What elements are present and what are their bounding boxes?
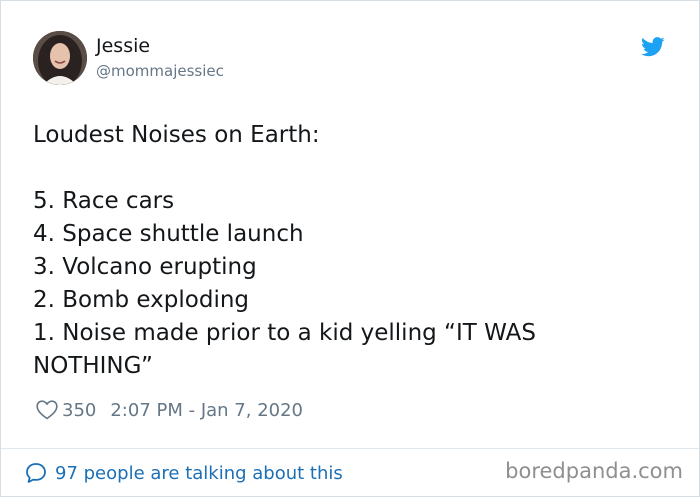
tweet-line-item-1-cont: NOTHING” (33, 353, 153, 379)
like-count[interactable]: 350 (62, 400, 96, 421)
tweet-line-item-4: 4. Space shuttle launch (33, 221, 304, 247)
twitter-bird-icon[interactable] (641, 37, 665, 57)
talking-link[interactable]: 97 people are talking about this (25, 460, 343, 486)
tweet-text: Loudest Noises on Earth: 5. Race cars 4.… (33, 119, 673, 383)
tweet-line-item-5: 5. Race cars (33, 188, 175, 214)
heart-outline-icon[interactable] (36, 400, 58, 420)
talking-text: 97 people are talking about this (55, 462, 343, 484)
tweet-line-item-2: 2. Bomb exploding (33, 287, 250, 313)
tweet-meta: 350 2:07 PM - Jan 7, 2020 (36, 397, 303, 423)
author-handle[interactable]: @mommajessiec (96, 62, 224, 80)
speech-bubble-icon (25, 462, 47, 484)
tweet-header: Jessie @mommajessiec (33, 31, 679, 91)
tweet-line-heading: Loudest Noises on Earth: (33, 122, 320, 148)
watermark: boredpanda.com (505, 459, 683, 483)
tweet-line-item-3: 3. Volcano erupting (33, 254, 257, 280)
author-name[interactable]: Jessie (96, 35, 150, 57)
tweet-timestamp[interactable]: 2:07 PM - Jan 7, 2020 (110, 400, 303, 421)
divider (1, 448, 699, 449)
tweet-line-item-1: 1. Noise made prior to a kid yelling “IT… (33, 320, 536, 346)
avatar[interactable] (33, 31, 87, 85)
tweet-card: Jessie @mommajessiec Loudest Noises on E… (0, 0, 700, 497)
